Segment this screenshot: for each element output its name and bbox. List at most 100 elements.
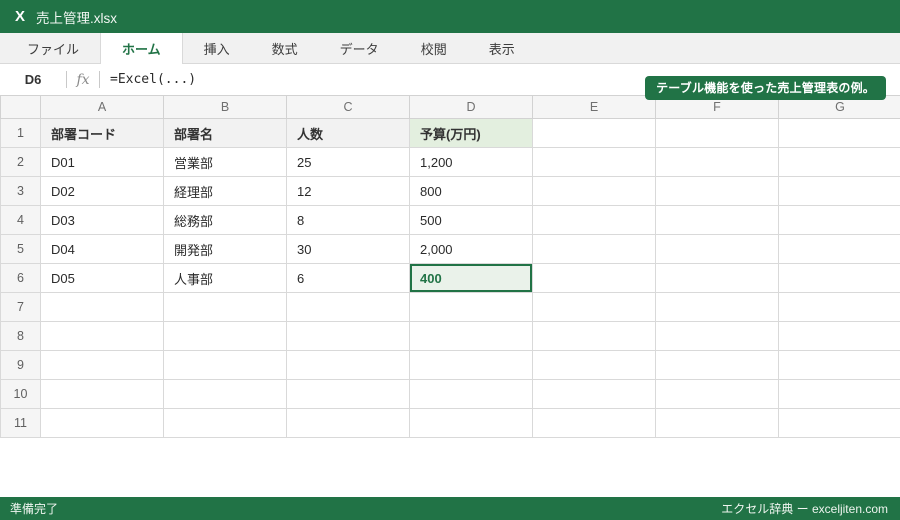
cell-D1[interactable]: 予算(万円) [409,118,533,148]
cell-C3[interactable]: 12 [286,176,410,206]
cell-D9[interactable] [409,350,533,380]
cell-A10[interactable] [40,379,164,409]
cell-C2[interactable]: 25 [286,147,410,177]
cell-B4[interactable]: 総務部 [163,205,287,235]
tab-view[interactable]: 表示 [468,33,536,63]
cell-B6[interactable]: 人事部 [163,263,287,293]
row-header-11[interactable]: 11 [0,408,41,438]
cell-G11[interactable] [778,408,900,438]
cell-G10[interactable] [778,379,900,409]
cell-E9[interactable] [532,350,656,380]
cell-B9[interactable] [163,350,287,380]
cell-B2[interactable]: 営業部 [163,147,287,177]
cell-D5[interactable]: 2,000 [409,234,533,264]
cell-G3[interactable] [778,176,900,206]
tab-data[interactable]: データ [319,33,400,63]
cell-E2[interactable] [532,147,656,177]
cell-F7[interactable] [655,292,779,322]
cell-G1[interactable] [778,118,900,148]
tab-insert[interactable]: 挿入 [183,33,251,63]
row-header-6[interactable]: 6 [0,263,41,293]
tab-home[interactable]: ホーム [100,33,183,64]
cell-F5[interactable] [655,234,779,264]
cell-D8[interactable] [409,321,533,351]
cell-A1[interactable]: 部署コード [40,118,164,148]
cell-F9[interactable] [655,350,779,380]
cell-D4[interactable]: 500 [409,205,533,235]
cell-F2[interactable] [655,147,779,177]
tab-file[interactable]: ファイル [6,33,100,63]
cell-A4[interactable]: D03 [40,205,164,235]
col-header-B[interactable]: B [163,95,287,119]
cell-E1[interactable] [532,118,656,148]
tab-formulas[interactable]: 数式 [251,33,319,63]
col-header-E[interactable]: E [532,95,656,119]
cell-G9[interactable] [778,350,900,380]
cell-F3[interactable] [655,176,779,206]
row-header-3[interactable]: 3 [0,176,41,206]
cell-B5[interactable]: 開発部 [163,234,287,264]
row-header-1[interactable]: 1 [0,118,41,148]
cell-A6[interactable]: D05 [40,263,164,293]
row-header-7[interactable]: 7 [0,292,41,322]
col-header-A[interactable]: A [40,95,164,119]
cell-E5[interactable] [532,234,656,264]
cell-B1[interactable]: 部署名 [163,118,287,148]
cell-D7[interactable] [409,292,533,322]
cell-C5[interactable]: 30 [286,234,410,264]
cell-F8[interactable] [655,321,779,351]
cell-B8[interactable] [163,321,287,351]
cell-E11[interactable] [532,408,656,438]
row-header-4[interactable]: 4 [0,205,41,235]
cell-A5[interactable]: D04 [40,234,164,264]
col-header-C[interactable]: C [286,95,410,119]
tab-review[interactable]: 校閲 [400,33,468,63]
cell-G5[interactable] [778,234,900,264]
cell-A7[interactable] [40,292,164,322]
cell-E3[interactable] [532,176,656,206]
row-header-10[interactable]: 10 [0,379,41,409]
row-header-5[interactable]: 5 [0,234,41,264]
cell-G6[interactable] [778,263,900,293]
cell-E8[interactable] [532,321,656,351]
cell-C9[interactable] [286,350,410,380]
col-header-D[interactable]: D [409,95,533,119]
name-box[interactable]: D6 [0,64,66,95]
cell-D3[interactable]: 800 [409,176,533,206]
cell-E4[interactable] [532,205,656,235]
cell-G7[interactable] [778,292,900,322]
cell-B10[interactable] [163,379,287,409]
cell-A2[interactable]: D01 [40,147,164,177]
cell-C11[interactable] [286,408,410,438]
row-header-9[interactable]: 9 [0,350,41,380]
cell-A11[interactable] [40,408,164,438]
cell-B7[interactable] [163,292,287,322]
cell-C7[interactable] [286,292,410,322]
cell-D6[interactable]: 400 [409,263,533,293]
cell-E7[interactable] [532,292,656,322]
cell-F6[interactable] [655,263,779,293]
cell-B11[interactable] [163,408,287,438]
cell-D11[interactable] [409,408,533,438]
cell-D2[interactable]: 1,200 [409,147,533,177]
cell-G4[interactable] [778,205,900,235]
cell-B3[interactable]: 経理部 [163,176,287,206]
row-header-8[interactable]: 8 [0,321,41,351]
cell-G2[interactable] [778,147,900,177]
cell-E6[interactable] [532,263,656,293]
cell-C6[interactable]: 6 [286,263,410,293]
row-header-2[interactable]: 2 [0,147,41,177]
cell-C1[interactable]: 人数 [286,118,410,148]
cell-A9[interactable] [40,350,164,380]
select-all-corner[interactable] [0,95,41,119]
cell-F10[interactable] [655,379,779,409]
cell-C8[interactable] [286,321,410,351]
cell-D10[interactable] [409,379,533,409]
cell-G8[interactable] [778,321,900,351]
cell-F1[interactable] [655,118,779,148]
cell-A3[interactable]: D02 [40,176,164,206]
cell-A8[interactable] [40,321,164,351]
cell-E10[interactable] [532,379,656,409]
cell-F4[interactable] [655,205,779,235]
cell-F11[interactable] [655,408,779,438]
